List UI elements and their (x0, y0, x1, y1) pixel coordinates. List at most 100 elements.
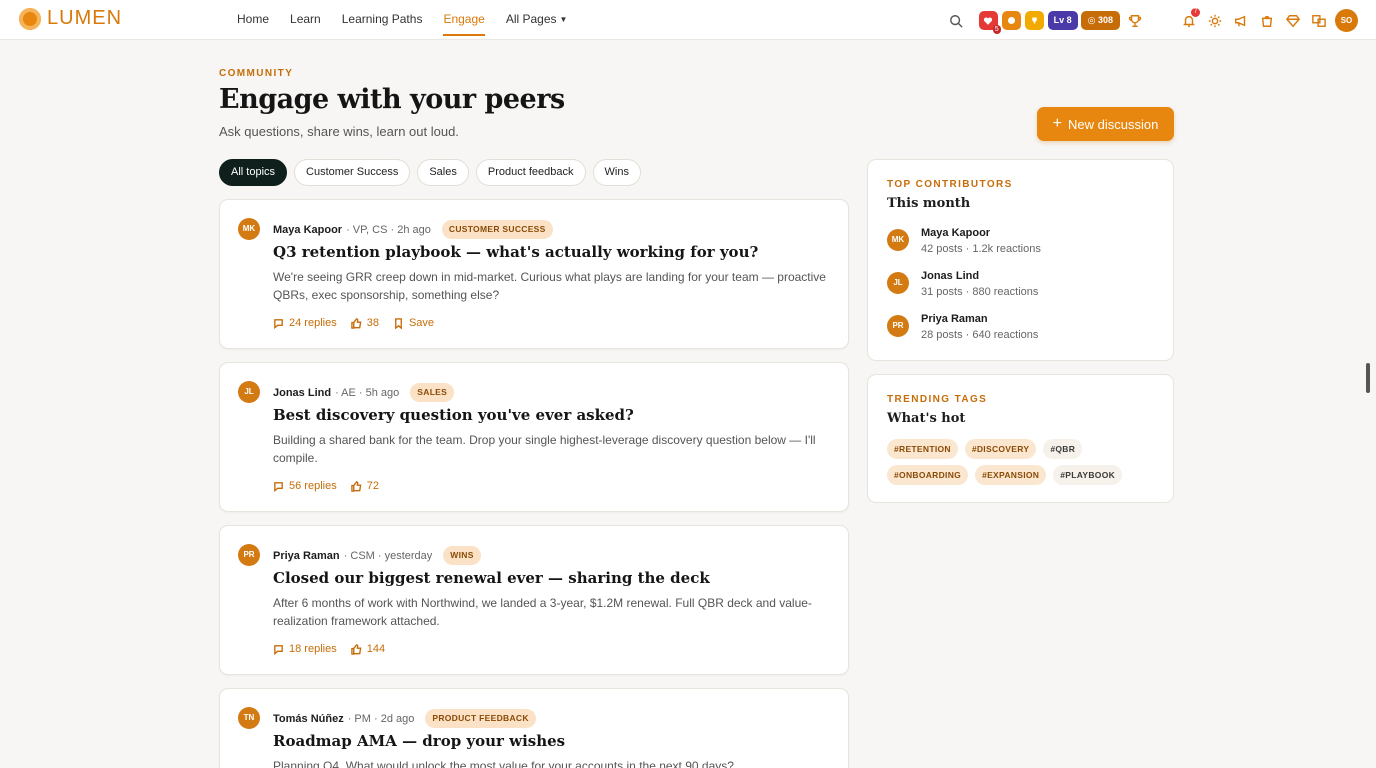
contributor-name: Jonas Lind (921, 270, 980, 282)
plus-icon: + (1052, 115, 1062, 132)
post-title[interactable]: Q3 retention playbook — what's actually … (273, 243, 758, 261)
main-nav: Home Learn Learning Paths Engage All Pag… (237, 0, 588, 40)
topic-tag[interactable]: SALES (410, 383, 455, 402)
logo-text: LUMEN (47, 7, 123, 29)
author-avatar[interactable]: TN (238, 707, 260, 729)
trending-tags-card: TRENDING TAGS What's hot #RETENTION #DIS… (867, 374, 1174, 503)
page-scrollbar[interactable] (1366, 363, 1370, 393)
coin-icon: ◎ (1087, 15, 1098, 25)
comment-icon (274, 644, 283, 655)
topic-tag[interactable]: CUSTOMER SUCCESS (441, 220, 553, 239)
author-role-time: · VP, CS · 2h ago (346, 223, 431, 236)
post-body: We're seeing GRR creep down in mid-marke… (273, 270, 826, 302)
like-button[interactable]: 38 (350, 317, 379, 329)
post-title[interactable]: Closed our biggest renewal ever — sharin… (273, 569, 710, 587)
streak-count: 5 (992, 25, 1001, 34)
save-button[interactable]: Save (393, 317, 434, 329)
page-subtitle: Ask questions, share wins, learn out lou… (219, 124, 459, 139)
contributor-stats: 31 posts · 880 reactions (921, 286, 1039, 298)
shopping-bag-icon[interactable] (1256, 10, 1278, 32)
bell-icon[interactable]: 7 (1178, 7, 1200, 32)
logo[interactable]: LUMEN (19, 7, 122, 30)
like-button[interactable]: 144 (350, 643, 386, 655)
like-count: 144 (366, 643, 386, 655)
author-name[interactable]: Priya Raman (273, 550, 340, 562)
post-meta: Tomás Núñez · PM · 2d ago PRODUCT FEEDBA… (273, 709, 536, 728)
xp-orb-icon[interactable] (1001, 11, 1021, 30)
chevron-down-icon: ▼ (559, 15, 568, 24)
author-avatar[interactable]: MK (238, 218, 260, 240)
author-avatar[interactable]: JL (238, 381, 260, 403)
post-meta: Priya Raman · CSM · yesterday WINS (273, 546, 481, 565)
card-title: What's hot (887, 411, 966, 426)
chip-all-topics[interactable]: All topics (219, 159, 288, 186)
post-card[interactable]: MK Maya Kapoor · VP, CS · 2h ago CUSTOME… (219, 199, 849, 349)
contributor-name: Maya Kapoor (921, 227, 991, 239)
topic-tag[interactable]: WINS (443, 546, 481, 565)
trending-tag-list: #RETENTION #DISCOVERY #QBR #ONBOARDING #… (887, 439, 1157, 485)
contributor-row[interactable]: PR Priya Raman 28 posts · 640 reactions (887, 312, 1038, 343)
chip-sales[interactable]: Sales (417, 159, 469, 186)
nav-all-pages-label: All Pages (505, 12, 557, 26)
post-meta: Maya Kapoor · VP, CS · 2h ago CUSTOMER S… (273, 220, 553, 239)
contributor-stats: 28 posts · 640 reactions (921, 329, 1039, 341)
replies-count: 56 replies (289, 480, 337, 492)
post-card[interactable]: PR Priya Raman · CSM · yesterday WINS Cl… (219, 525, 849, 675)
post-body: Planning Q4. What would unlock the most … (273, 759, 734, 768)
topic-filters: All topics Customer Success Sales Produc… (219, 159, 641, 186)
author-role-time: · PM · 2d ago (347, 712, 415, 725)
chip-product-feedback[interactable]: Product feedback (475, 159, 586, 186)
tag-playbook[interactable]: #PLAYBOOK (1053, 465, 1123, 485)
nav-all-pages[interactable]: All Pages ▼ (506, 0, 568, 40)
chip-wins[interactable]: Wins (592, 159, 641, 186)
like-button[interactable]: 72 (350, 480, 379, 492)
post-body: Building a shared bank for the team. Dro… (273, 433, 816, 465)
card-eyebrow: TOP CONTRIBUTORS (887, 179, 1013, 190)
medal-icon[interactable] (1024, 11, 1044, 30)
nav-learning-paths[interactable]: Learning Paths (342, 0, 423, 40)
new-discussion-button[interactable]: + New discussion (1037, 107, 1174, 141)
search-icon[interactable] (945, 10, 967, 32)
megaphone-icon[interactable] (1230, 10, 1252, 32)
chip-customer-success[interactable]: Customer Success (294, 159, 411, 186)
tag-qbr[interactable]: #QBR (1043, 439, 1083, 459)
contributor-avatar: MK (887, 229, 909, 251)
diamond-icon[interactable] (1282, 10, 1304, 32)
streak-heart-icon[interactable]: 5 (978, 11, 1001, 34)
contributor-row[interactable]: MK Maya Kapoor 42 posts · 1.2k reactions (887, 226, 1041, 257)
save-label: Save (408, 317, 435, 329)
user-avatar[interactable]: SO (1335, 9, 1358, 32)
author-avatar[interactable]: PR (238, 544, 260, 566)
tag-retention[interactable]: #RETENTION (887, 439, 958, 459)
sun-icon[interactable] (1204, 10, 1226, 32)
tag-onboarding[interactable]: #ONBOARDING (887, 465, 969, 485)
toolbar: 5 Lv 8 ◎ 308 7 SO (945, 7, 1358, 34)
post-actions: 24 replies 38 Save (273, 317, 434, 329)
tag-expansion[interactable]: #EXPANSION (975, 465, 1047, 485)
replies-button[interactable]: 56 replies (273, 480, 337, 492)
post-body: After 6 months of work with Northwind, w… (273, 596, 812, 628)
nav-home[interactable]: Home (237, 0, 269, 40)
post-title[interactable]: Best discovery question you've ever aske… (273, 406, 634, 424)
thumbs-up-icon (350, 317, 362, 329)
post-title[interactable]: Roadmap AMA — drop your wishes (273, 732, 565, 750)
post-card[interactable]: JL Jonas Lind · AE · 5h ago SALES Best d… (219, 362, 849, 512)
level-badge[interactable]: Lv 8 (1047, 11, 1078, 30)
author-name[interactable]: Tomás Núñez (273, 713, 344, 725)
nav-engage[interactable]: Engage (443, 0, 486, 40)
tag-discovery[interactable]: #DISCOVERY (964, 439, 1037, 459)
coins-badge[interactable]: ◎ 308 (1080, 11, 1120, 30)
post-card[interactable]: TN Tomás Núñez · PM · 2d ago PRODUCT FEE… (219, 688, 849, 768)
contributor-avatar: PR (887, 315, 909, 337)
author-name[interactable]: Maya Kapoor (273, 224, 342, 236)
nav-learn[interactable]: Learn (290, 0, 321, 40)
contributor-row[interactable]: JL Jonas Lind 31 posts · 880 reactions (887, 269, 1038, 300)
author-name[interactable]: Jonas Lind (273, 387, 331, 399)
translate-icon[interactable] (1308, 10, 1330, 32)
replies-button[interactable]: 18 replies (273, 643, 337, 655)
trophy-icon[interactable] (1124, 10, 1146, 32)
section-eyebrow: COMMUNITY (219, 68, 294, 79)
card-title: This month (887, 196, 971, 211)
topic-tag[interactable]: PRODUCT FEEDBACK (425, 709, 536, 728)
replies-button[interactable]: 24 replies (273, 317, 337, 329)
